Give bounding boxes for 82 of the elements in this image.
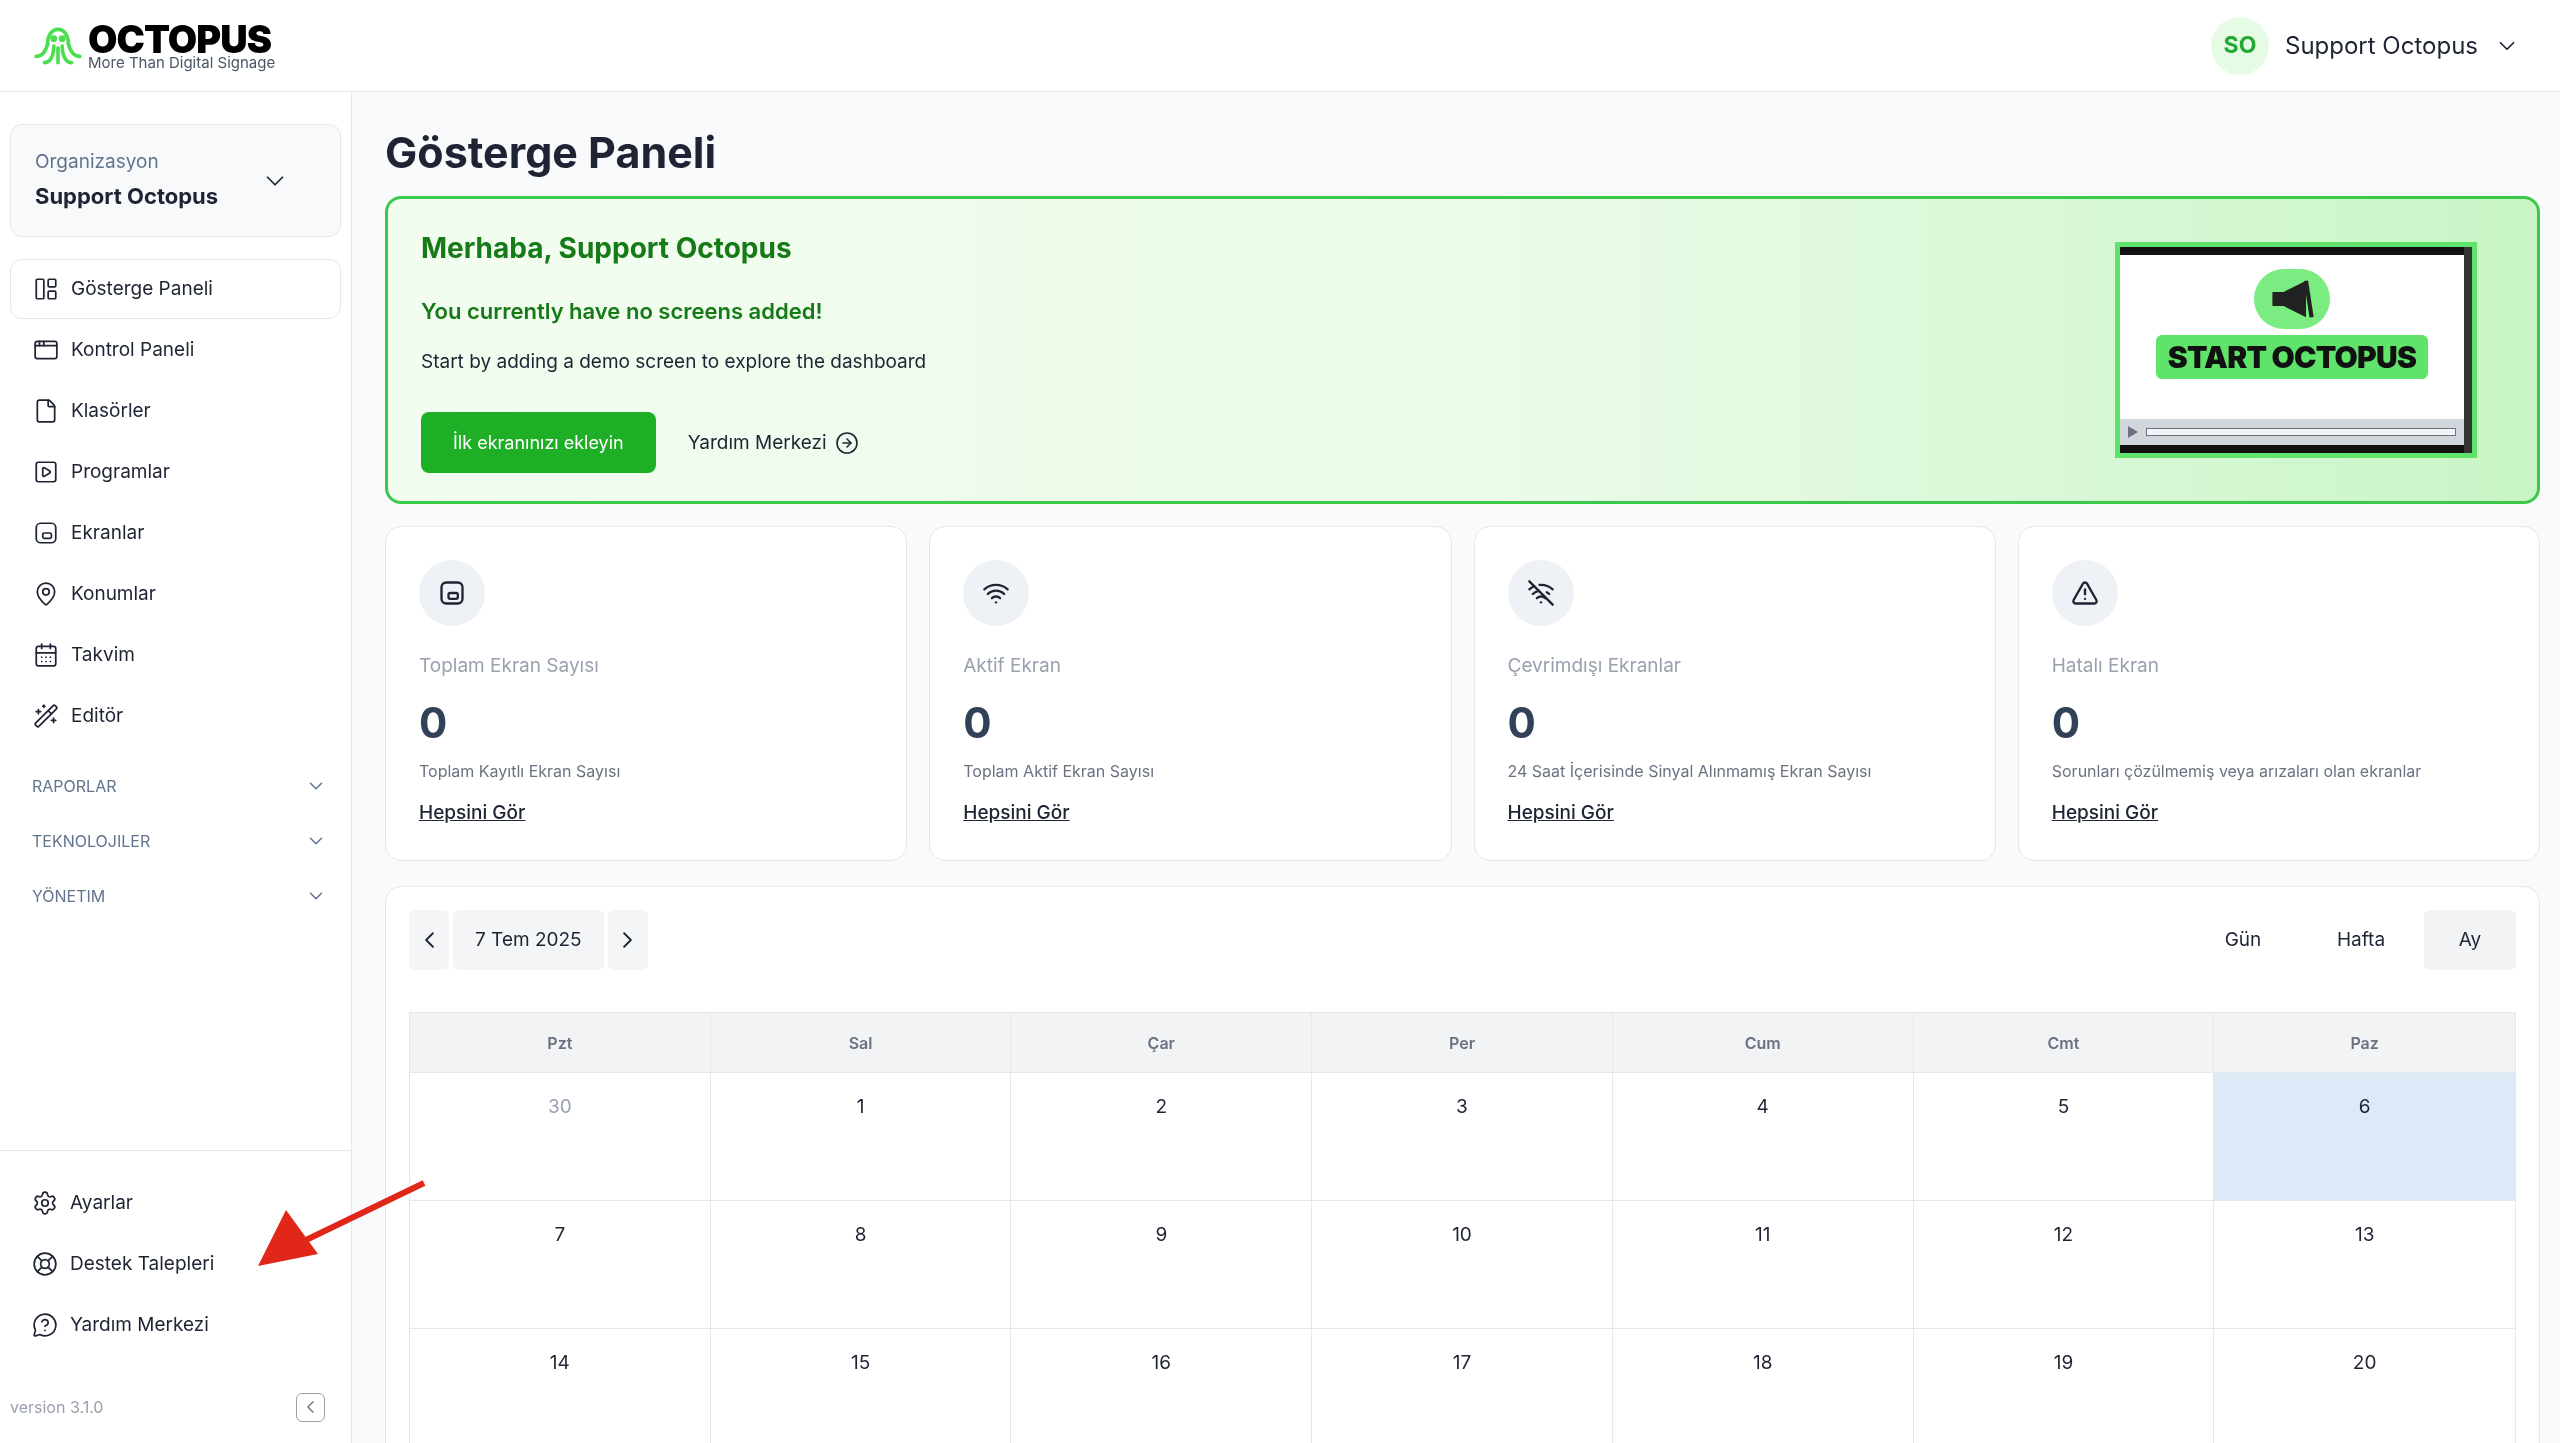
play-square-icon [33, 459, 59, 485]
stat-value: 0 [963, 695, 993, 750]
see-all-link[interactable]: Hepsini Gör [2051, 798, 2159, 827]
day-cell[interactable]: 1 [710, 1073, 1012, 1201]
sidebar-item[interactable]: Yardım Merkezi [10, 1295, 341, 1355]
sidebar-section[interactable]: YÖNETIM [10, 868, 341, 923]
see-all-link[interactable]: Hepsini Gör [963, 798, 1070, 827]
stat-description: 24 Saat İçerisinde Sinyal Alınmamış Ekran Sayısı [1507, 759, 1873, 783]
help-center-link[interactable]: Yardım Merkezi [687, 428, 859, 457]
banner-warning: You currently have no screens added! [421, 296, 824, 326]
stat-value: 0 [2051, 695, 2082, 750]
stat-description: Toplam Kayıtlı Ekran Sayısı [419, 759, 622, 783]
day-cell[interactable]: 2 [1011, 1073, 1313, 1201]
stat-description: Toplam Aktif Ekran Sayısı [963, 759, 1155, 783]
stat-title: Toplam Ekran Sayısı [419, 653, 600, 679]
window-gear-icon [33, 337, 59, 363]
stat-title: Hatalı Ekran [2051, 653, 2160, 679]
question-bubble-icon [32, 1312, 58, 1338]
sidebar-item[interactable]: Editör [10, 686, 341, 746]
warning-icon [2070, 579, 2099, 607]
sidebar-item[interactable]: Ekranlar [10, 503, 341, 563]
sidebar-item[interactable]: Programlar [10, 442, 341, 502]
sidebar-section[interactable]: TEKNOLOJILER [10, 813, 341, 868]
sidebar-item[interactable]: Takvim [10, 625, 341, 685]
version-label: version 3.1.0 [10, 1396, 104, 1419]
file-icon [33, 398, 59, 424]
logo-tagline: More Than Digital Signage [88, 55, 276, 70]
day-cell[interactable]: 4 [1612, 1073, 1914, 1201]
sidebar-item[interactable]: Destek Talepleri [10, 1234, 341, 1294]
day-cell[interactable]: 12 [1913, 1201, 2215, 1329]
sidebar-item[interactable]: Konumlar [10, 564, 341, 624]
wifi-off-icon [1526, 579, 1555, 607]
day-cell[interactable]: 9 [1011, 1201, 1313, 1329]
sidebar-item[interactable]: Kontrol Paneli [10, 320, 341, 380]
chevron-right-icon [623, 932, 633, 948]
stat-value: 0 [419, 695, 449, 750]
day-cell[interactable]: 7 [410, 1201, 711, 1329]
stat-description: Sorunları çözülmemiş veya arızaları olan ekranlar [2051, 759, 2423, 783]
day-cell[interactable]: 10 [1312, 1201, 1613, 1329]
sidebar-item[interactable]: Ayarlar [10, 1173, 341, 1233]
sidebar-item[interactable]: Gösterge Paneli [10, 259, 341, 319]
user-avatar: SO [2211, 16, 2269, 75]
stat-value: 0 [1507, 695, 1537, 750]
day-cell[interactable]: 5 [1913, 1073, 2215, 1201]
day-cell[interactable]: 8 [710, 1201, 1012, 1329]
banner-hint: Start by adding a demo screen to explore the dashboard [421, 348, 927, 375]
view-tab[interactable]: Gün [2188, 910, 2298, 970]
arrow-right-circle-icon [834, 430, 859, 455]
stat-title: Aktif Ekran [963, 653, 1062, 679]
logo-wordmark: OCTOPUS [88, 21, 272, 57]
day-cell[interactable]: 3 [1312, 1073, 1613, 1201]
user-menu[interactable]: SO Support Octopus [2211, 16, 2528, 75]
sidebar-section[interactable]: RAPORLAR [10, 758, 341, 813]
day-cell[interactable]: 6 [2214, 1073, 2515, 1201]
sidebar-item[interactable]: Klasörler [10, 381, 341, 441]
see-all-link[interactable]: Hepsini Gör [1507, 798, 1614, 827]
view-tab[interactable]: Hafta [2306, 910, 2416, 970]
chevron-left-icon [424, 932, 434, 948]
previous-button[interactable] [409, 910, 449, 970]
organization-label: Organizasyon [35, 148, 160, 175]
panels-icon [33, 276, 59, 302]
view-tab[interactable]: Ay [2424, 910, 2516, 970]
settings-icon [32, 1190, 58, 1216]
see-all-link[interactable]: Hepsini Gör [419, 798, 526, 827]
next-button[interactable] [607, 910, 648, 970]
chevron-down-icon [266, 175, 284, 186]
banner-greeting: Merhaba, Support Octopus [421, 229, 793, 267]
screen-icon [33, 520, 59, 546]
illustration-caption: START OCTOPUS [2155, 335, 2429, 379]
chevron-left-icon [307, 1401, 314, 1413]
day-cell[interactable]: 11 [1612, 1201, 1914, 1329]
user-name: Support Octopus [2285, 29, 2478, 62]
magic-wand-icon [33, 703, 59, 729]
page-title: Gösterge Paneli [385, 125, 718, 180]
collapse-sidebar-button[interactable] [296, 1392, 325, 1422]
calendar-icon [33, 642, 59, 668]
screen-icon [438, 579, 466, 607]
lifebuoy-icon [32, 1251, 58, 1277]
date-button[interactable]: 7 Tem 2025 [453, 910, 604, 970]
stat-title: Çevrimdışı Ekranlar [1507, 653, 1682, 679]
organization-name: Support Octopus [35, 182, 219, 212]
organization-selector[interactable]: Organizasyon Support Octopus [10, 124, 341, 237]
